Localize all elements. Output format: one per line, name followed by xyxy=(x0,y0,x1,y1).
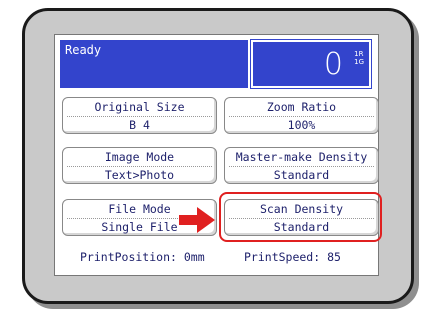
zoom-ratio-label: Zoom Ratio xyxy=(229,98,374,117)
tray-indicator-1g: 1G xyxy=(354,58,364,66)
copy-counter-display: 0 1R 1G xyxy=(250,39,372,89)
original-size-label: Original Size xyxy=(67,98,212,117)
master-make-density-value: Standard xyxy=(273,168,330,182)
copy-count: 0 xyxy=(323,47,343,82)
image-mode-button[interactable]: Image Mode Text>Photo xyxy=(62,147,217,184)
original-size-value: B 4 xyxy=(129,118,150,132)
status-display: Ready xyxy=(60,40,248,88)
tray-indicator-1r: 1R xyxy=(354,50,364,58)
image-mode-label: Image Mode xyxy=(67,148,212,167)
master-make-density-button[interactable]: Master-make Density Standard xyxy=(224,147,379,184)
tray-indicators: 1R 1G xyxy=(354,50,364,66)
scan-density-highlight xyxy=(219,192,382,242)
zoom-ratio-value: 100% xyxy=(287,118,316,132)
master-make-density-label: Master-make Density xyxy=(229,148,374,167)
original-size-button[interactable]: Original Size B 4 xyxy=(62,97,217,134)
right-arrow-icon xyxy=(179,207,215,233)
print-speed-readout: PrintSpeed: 85 xyxy=(244,250,341,264)
print-position-readout: PrintPosition: 0mm xyxy=(80,250,205,264)
image-mode-value: Text>Photo xyxy=(104,168,175,182)
status-message: Ready xyxy=(65,43,102,57)
zoom-ratio-button[interactable]: Zoom Ratio 100% xyxy=(224,97,379,134)
